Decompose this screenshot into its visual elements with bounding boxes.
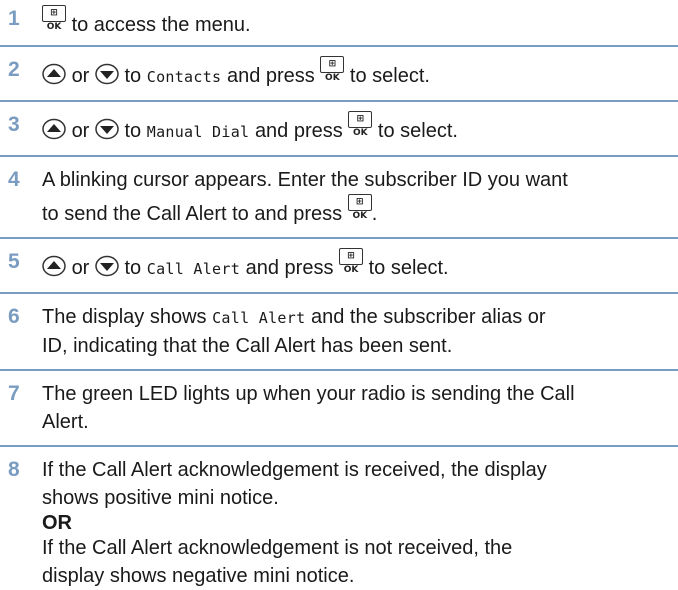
step-number: 1 [8,7,20,30]
menu-ok-key-icon: ⊞ OK [320,56,345,83]
step-5: 5 or to Call Alert and press ⊞ OK to sel… [0,239,678,292]
menu-item-call-alert: Call Alert [146,260,241,278]
step-1: 1 ⊞ OK to access the menu. [0,3,678,45]
down-arrow-key-icon [95,63,119,85]
to-text: to [124,257,142,279]
press-text: and press [226,65,315,87]
menu-item-contacts: Contacts [146,68,222,86]
step-number: 6 [8,305,20,328]
menu-ok-key-icon: ⊞ OK [347,194,372,221]
end-text: to select. [377,120,458,142]
menu-ok-key-icon: ⊞ OK [339,248,364,275]
procedure-steps: 1 ⊞ OK to access the menu. 2 or to Conta… [0,0,678,590]
down-arrow-key-icon [95,255,119,277]
step-7: 7 The green LED lights up when your radi… [0,371,678,445]
step-8: 8 If the Call Alert acknowledgement is r… [0,447,678,590]
step-2: 2 or to Contacts and press ⊞ OK to selec… [0,47,678,100]
or-text: or [71,257,90,279]
display-text-call-alert: Call Alert [212,309,306,327]
up-arrow-key-icon [42,63,66,85]
up-arrow-key-icon [42,255,66,277]
or-text: or [71,120,90,142]
step-text-post: and the subscriber alias or [310,306,546,328]
step-4: 4 A blinking cursor appears. Enter the s… [0,157,678,237]
step-text-line-1: The green LED lights up when your radio … [42,383,575,405]
step-number: 2 [8,58,20,81]
step-number: 7 [8,382,20,405]
step-text-line-2: ID, indicating that the Call Alert has b… [42,335,453,357]
press-text: and press [245,257,334,279]
step-text-line-1: If the Call Alert acknowledgement is rec… [42,459,547,481]
step-text: to access the menu. [71,14,251,36]
step-number: 5 [8,250,20,273]
step-text-line-2: to send the Call Alert to and press [42,203,343,225]
step-text-line-2: Alert. [42,411,89,433]
step-3: 3 or to Manual Dial and press ⊞ OK to se… [0,102,678,155]
step-text-line-3: If the Call Alert acknowledgement is not… [42,537,513,559]
or-text: or [71,65,90,87]
to-text: to [124,65,142,87]
step-text-line-4: display shows negative mini notice. [42,565,355,587]
to-text: to [124,120,142,142]
step-6: 6 The display shows Call Alert and the s… [0,294,678,369]
up-arrow-key-icon [42,118,66,140]
menu-ok-key-icon: ⊞ OK [348,111,373,138]
step-number: 3 [8,113,20,136]
step-text-line-2: shows positive mini notice. [42,487,279,509]
step-number: 4 [8,168,20,191]
menu-ok-key-icon: ⊞ OK [42,5,66,32]
step-text-pre: The display shows [42,306,207,328]
press-text: and press [254,120,343,142]
step-number: 8 [8,458,20,481]
down-arrow-key-icon [95,118,119,140]
step-text-line-1: A blinking cursor appears. Enter the sub… [42,169,568,191]
or-label: OR [42,512,72,534]
end-text: to select. [368,257,449,279]
end-text: . [371,203,378,225]
end-text: to select. [349,65,430,87]
menu-item-manual-dial: Manual Dial [146,123,250,141]
